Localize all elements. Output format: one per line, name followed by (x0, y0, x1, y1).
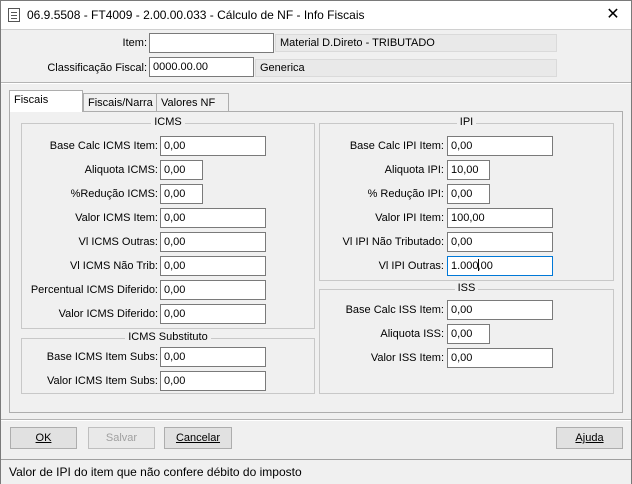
vl-icms-outras-label: Vl ICMS Outras: (78, 236, 158, 248)
vl-ipi-outras-label: Vl IPI Outras: (378, 260, 444, 272)
vl-icms-nao-trib-label: Vl ICMS Não Trib: (69, 260, 158, 272)
aliquota-ipi-label: Aliquota IPI: (384, 164, 444, 176)
ajuda-button-label: Ajuda (575, 432, 604, 444)
vl-ipi-outras-input[interactable]: 1.000,00 (447, 256, 553, 276)
tab-valores-nf[interactable]: Valores NF (156, 93, 229, 113)
tab-fiscais-narra[interactable]: Fiscais/Narra (83, 93, 157, 113)
vl-icms-outras-input[interactable]: 0,00 (160, 232, 266, 252)
base-calc-ipi-input[interactable]: 0,00 (447, 136, 553, 156)
reducao-icms-label: %Redução ICMS: (70, 188, 158, 200)
aliquota-iss-label: Aliquota ISS: (380, 328, 444, 340)
iss-group: ISS Base Calc ISS Item: 0,00 Aliquota IS… (319, 282, 614, 394)
icms-group-title: ICMS (151, 116, 185, 128)
item-description: Material D.Direto - TRIBUTADO (275, 34, 557, 52)
close-icon[interactable]: ✕ (599, 4, 627, 26)
app-icon (8, 8, 20, 22)
valor-icms-subs-input[interactable]: 0,00 (160, 371, 266, 391)
salvar-button[interactable]: Salvar (88, 427, 155, 449)
percentual-icms-diferido-input[interactable]: 0,00 (160, 280, 266, 300)
iss-group-title: ISS (454, 282, 479, 294)
valor-icms-subs-label: Valor ICMS Item Subs: (46, 375, 158, 387)
percentual-icms-diferido-label: Percentual ICMS Diferido: (30, 284, 158, 296)
header-separator (1, 82, 631, 84)
base-calc-icms-label: Base Calc ICMS Item: (49, 140, 158, 152)
aliquota-iss-input[interactable]: 0,00 (447, 324, 490, 344)
valor-iss-item-label: Valor ISS Item: (370, 352, 444, 364)
ok-button-label: OK (35, 432, 52, 444)
reducao-icms-input[interactable]: 0,00 (160, 184, 203, 204)
tab-panel-fiscais: ICMS Base Calc ICMS Item: 0,00 Aliquota … (9, 111, 623, 413)
status-text: Valor de IPI do item que não confere déb… (9, 465, 302, 479)
vl-ipi-nao-tributado-input[interactable]: 0,00 (447, 232, 553, 252)
reducao-ipi-input[interactable]: 0,00 (447, 184, 490, 204)
salvar-button-label: Salvar (105, 432, 138, 444)
valor-ipi-item-label: Valor IPI Item: (375, 212, 444, 224)
ok-button[interactable]: OK (10, 427, 77, 449)
valor-icms-item-input[interactable]: 0,00 (160, 208, 266, 228)
ipi-group: IPI Base Calc IPI Item: 0,00 Aliquota IP… (319, 116, 614, 281)
classificacao-fiscal-description: Generica (255, 59, 557, 77)
aliquota-icms-label: Aliquota ICMS: (84, 164, 158, 176)
tab-fiscais[interactable]: Fiscais (9, 90, 83, 112)
icms-group: ICMS Base Calc ICMS Item: 0,00 Aliquota … (21, 116, 315, 329)
base-calc-ipi-label: Base Calc IPI Item: (349, 140, 444, 152)
base-icms-subs-label: Base ICMS Item Subs: (46, 351, 158, 363)
base-calc-iss-label: Base Calc ISS Item: (345, 304, 444, 316)
item-label: Item: (122, 37, 147, 49)
ajuda-button[interactable]: Ajuda (556, 427, 623, 449)
valor-icms-diferido-label: Valor ICMS Diferido: (58, 308, 158, 320)
cancelar-button-label: Cancelar (175, 432, 221, 444)
status-bar: Valor de IPI do item que não confere déb… (1, 459, 631, 484)
valor-icms-item-label: Valor ICMS Item: (75, 212, 158, 224)
base-icms-subs-input[interactable]: 0,00 (160, 347, 266, 367)
aliquota-icms-input[interactable]: 0,00 (160, 160, 203, 180)
classificacao-fiscal-input[interactable]: 0000.00.00 (149, 57, 254, 77)
vl-ipi-outras-value-part2: ,00 (477, 260, 493, 272)
vl-ipi-outras-value-part1: 1.000 (451, 260, 479, 272)
classificacao-fiscal-label: Classificação Fiscal: (47, 62, 147, 74)
button-separator (1, 419, 631, 421)
base-calc-iss-input[interactable]: 0,00 (447, 300, 553, 320)
valor-iss-item-input[interactable]: 0,00 (447, 348, 553, 368)
item-input[interactable] (149, 33, 274, 53)
cancelar-button[interactable]: Cancelar (164, 427, 232, 449)
window-title: 06.9.5508 - FT4009 - 2.00.00.033 - Cálcu… (27, 8, 365, 22)
valor-icms-diferido-input[interactable]: 0,00 (160, 304, 266, 324)
vl-icms-nao-trib-input[interactable]: 0,00 (160, 256, 266, 276)
valor-ipi-item-input[interactable]: 100,00 (447, 208, 553, 228)
icms-substituto-group-title: ICMS Substituto (125, 331, 211, 343)
aliquota-ipi-input[interactable]: 10,00 (447, 160, 490, 180)
icms-substituto-group: ICMS Substituto Base ICMS Item Subs: 0,0… (21, 331, 315, 394)
base-calc-icms-input[interactable]: 0,00 (160, 136, 266, 156)
vl-ipi-nao-tributado-label: Vl IPI Não Tributado: (342, 236, 445, 248)
ipi-group-title: IPI (456, 116, 477, 128)
dialog-window: 06.9.5508 - FT4009 - 2.00.00.033 - Cálcu… (0, 0, 632, 484)
reducao-ipi-label: % Redução IPI: (367, 188, 444, 200)
title-bar: 06.9.5508 - FT4009 - 2.00.00.033 - Cálcu… (1, 1, 631, 30)
